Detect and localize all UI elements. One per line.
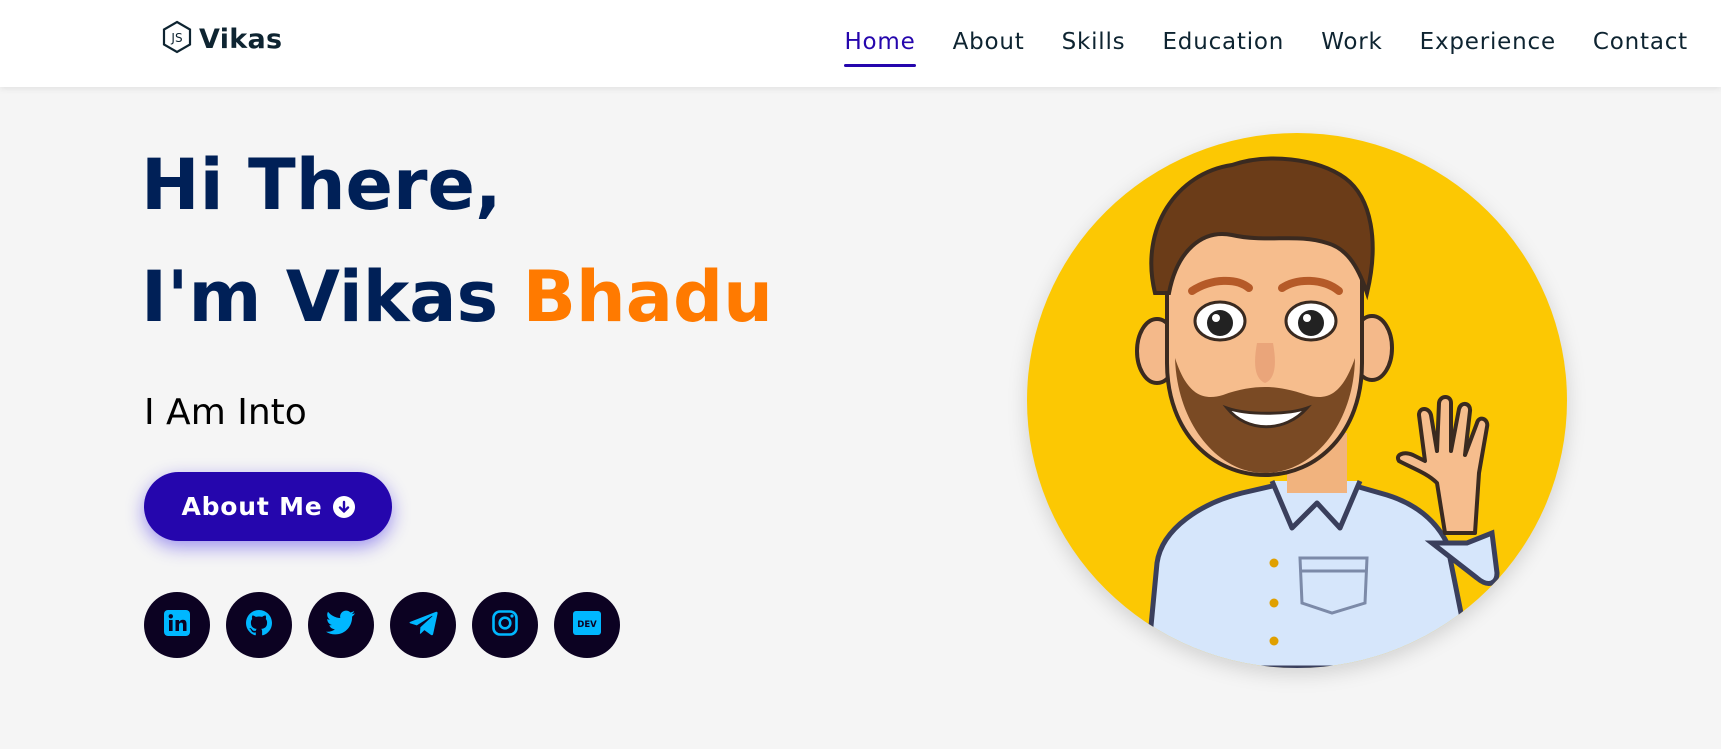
js-hexagon-icon: JS (161, 20, 193, 58)
instagram-link[interactable] (472, 592, 538, 658)
dev-icon-text: DEV (577, 620, 597, 630)
instagram-icon (491, 609, 519, 641)
nav-home[interactable]: Home (844, 29, 916, 67)
dev-icon: DEV (573, 611, 601, 639)
nav-experience[interactable]: Experience (1420, 29, 1556, 59)
about-me-button[interactable]: About Me (144, 472, 392, 541)
social-links: DEV (144, 592, 620, 658)
linkedin-link[interactable] (144, 592, 210, 658)
arrow-circle-down-icon (332, 495, 355, 518)
twitter-icon (325, 609, 357, 641)
nav-contact[interactable]: Contact (1593, 29, 1688, 59)
navbar: JS Vikas Home About Skills Education Wor… (0, 0, 1721, 87)
hero-intro: I'm Vikas Bhadu (141, 262, 773, 332)
nav-education[interactable]: Education (1162, 29, 1284, 59)
nav-links: Home About Skills Education Work Experie… (844, 0, 1688, 87)
telegram-icon (408, 609, 438, 641)
hero-tagline: I Am Into (144, 392, 307, 433)
about-me-button-label: About Me (181, 492, 323, 521)
logo[interactable]: JS Vikas (161, 19, 282, 59)
hero-intro-prefix: I'm Vikas (141, 256, 523, 338)
svg-text:JS: JS (170, 31, 182, 45)
dev-link[interactable]: DEV (554, 592, 620, 658)
twitter-link[interactable] (308, 592, 374, 658)
nav-work[interactable]: Work (1321, 29, 1382, 59)
linkedin-icon (162, 608, 192, 642)
github-icon (243, 607, 275, 643)
avatar-image (1027, 133, 1567, 668)
nav-skills[interactable]: Skills (1062, 29, 1126, 59)
logo-text: Vikas (199, 23, 283, 55)
telegram-link[interactable] (390, 592, 456, 658)
nav-about[interactable]: About (953, 29, 1025, 59)
github-link[interactable] (226, 592, 292, 658)
waving-avatar-illustration (1135, 156, 1500, 668)
hero-intro-highlight: Bhadu (522, 256, 773, 338)
hero-greeting: Hi There, (141, 144, 502, 226)
